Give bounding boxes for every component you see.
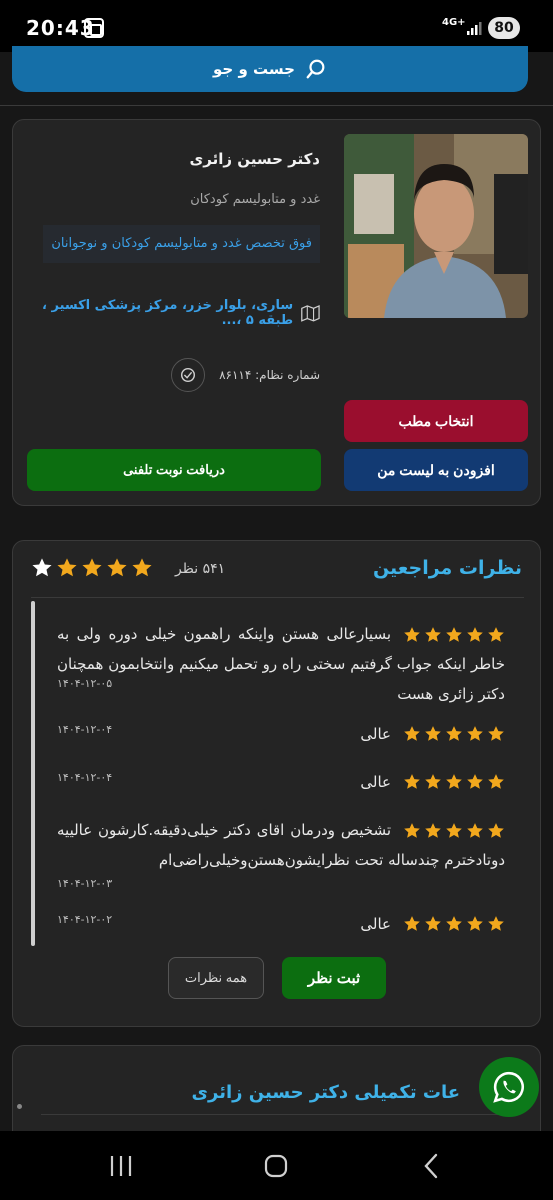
star-icon [488, 725, 504, 741]
screen-record-icon [84, 18, 104, 38]
signal-icon [467, 22, 482, 35]
review-stars [403, 725, 505, 743]
back-icon [424, 1153, 438, 1179]
star-icon [32, 558, 52, 577]
home-button[interactable] [259, 1149, 293, 1183]
star-icon [57, 558, 77, 577]
review-stars [403, 773, 505, 791]
review-stars [403, 915, 505, 933]
star-icon [425, 725, 441, 741]
address-text: ساری، بلوار خزر، مرکز پزشکی اکسیر ، طبقه… [42, 298, 294, 328]
reviews-card: نظرات مراجعین ۵۴۱ نظر بسیارعالی هستن وای… [12, 540, 541, 1027]
review-item: بسیارعالی هستن واینکه راهمون خیلی دوره و… [57, 619, 505, 709]
star-icon [425, 626, 441, 642]
review-date: ۱۴۰۴-۱۲-۰۳ [57, 877, 113, 890]
whatsapp-button[interactable] [479, 1057, 539, 1117]
review-text: تشخیص ودرمان اقای دکتر خیلی‌دقیقه.کارشون… [57, 821, 505, 869]
reviews-title: نظرات مراجعین [372, 557, 522, 579]
reviews-count: ۵۴۱ نظر [175, 561, 226, 577]
star-icon [467, 915, 483, 931]
back-button[interactable] [414, 1149, 448, 1183]
star-icon [446, 822, 462, 838]
review-stars [403, 626, 505, 644]
doctor-photo[interactable] [344, 134, 528, 318]
star-icon [82, 558, 102, 577]
star-icon [467, 725, 483, 741]
recent-apps-icon [110, 1156, 132, 1176]
bullet [17, 1104, 22, 1109]
divider [41, 1114, 511, 1115]
star-icon [404, 626, 420, 642]
star-icon [446, 915, 462, 931]
search-label: جست و جو [213, 60, 295, 78]
review-date: ۱۴۰۴-۱۲-۰۴ [57, 723, 113, 736]
doctor-subspecialty: فوق تخصص غدد و متابولیسم کودکان و نوجوان… [43, 225, 320, 263]
add-to-list-button[interactable]: افزودن به لیست من [344, 449, 528, 491]
review-text: عالی [360, 914, 391, 933]
star-icon [488, 915, 504, 931]
doctor-address[interactable]: ساری، بلوار خزر، مرکز پزشکی اکسیر ، طبقه… [13, 298, 320, 328]
search-icon [306, 59, 325, 79]
status-bar: 20:43 4G+ 80 [0, 0, 553, 52]
review-date: ۱۴۰۴-۱۲-۰۴ [57, 771, 113, 784]
star-icon [132, 558, 152, 577]
select-clinic-button[interactable]: انتخاب مطب [344, 400, 528, 442]
divider [0, 105, 553, 106]
doctor-specialty: غدد و متابولیسم کودکان [190, 192, 320, 207]
star-icon [404, 725, 420, 741]
star-icon [446, 773, 462, 789]
badge-icon[interactable] [171, 358, 206, 392]
search-bar[interactable]: جست و جو [12, 46, 528, 92]
map-icon [301, 304, 320, 322]
doctor-profile-card: دکتر حسین زائری غدد و متابولیسم کودکان ف… [12, 119, 541, 506]
home-icon [264, 1154, 288, 1178]
star-icon [404, 915, 420, 931]
review-item: عالی ۱۴۰۴-۱۲-۰۴ [57, 771, 505, 791]
whatsapp-icon [493, 1071, 524, 1103]
battery-indicator: 80 [488, 17, 520, 39]
network-indicator: 4G+ [442, 17, 466, 28]
star-icon [425, 822, 441, 838]
review-item: تشخیص ودرمان اقای دکتر خیلی‌دقیقه.کارشون… [57, 815, 505, 890]
star-icon [446, 626, 462, 642]
system-nav-bar [0, 1131, 553, 1200]
star-icon [404, 822, 420, 838]
review-text: بسیارعالی هستن واینکه راهمون خیلی دوره و… [57, 625, 505, 703]
star-icon [488, 626, 504, 642]
recent-apps-button[interactable] [104, 1149, 138, 1183]
submit-review-button[interactable]: ثبت نظر [282, 957, 386, 999]
extra-info-title: عات تکمیلی دکتر حسین زائری [191, 1082, 460, 1103]
review-date: ۱۴۰۴-۱۲-۰۵ [57, 677, 113, 690]
star-icon [467, 626, 483, 642]
review-item: عالی ۱۴۰۴-۱۲-۰۴ [57, 723, 505, 743]
review-text: عالی [360, 772, 391, 791]
star-icon [467, 822, 483, 838]
star-icon [488, 822, 504, 838]
phone-appointment-button[interactable]: دریافت نوبت تلفنی [27, 449, 321, 491]
star-icon [425, 773, 441, 789]
scrollbar[interactable] [31, 601, 35, 946]
divider [31, 597, 524, 598]
review-item: عالی ۱۴۰۴-۱۲-۰۲ [57, 913, 505, 933]
review-stars [403, 822, 505, 840]
star-icon [467, 773, 483, 789]
star-icon [488, 773, 504, 789]
registration-number: شماره نظام: ۸۶۱۱۴ [219, 368, 320, 382]
star-icon [446, 725, 462, 741]
registration-row: شماره نظام: ۸۶۱۱۴ [171, 358, 320, 392]
star-icon [107, 558, 127, 577]
star-icon [404, 773, 420, 789]
overall-rating [31, 557, 153, 579]
review-text: عالی [360, 724, 391, 743]
all-reviews-button[interactable]: همه نظرات [168, 957, 264, 999]
doctor-name: دکتر حسین زائری [189, 150, 320, 168]
star-icon [425, 915, 441, 931]
review-date: ۱۴۰۴-۱۲-۰۲ [57, 913, 113, 926]
